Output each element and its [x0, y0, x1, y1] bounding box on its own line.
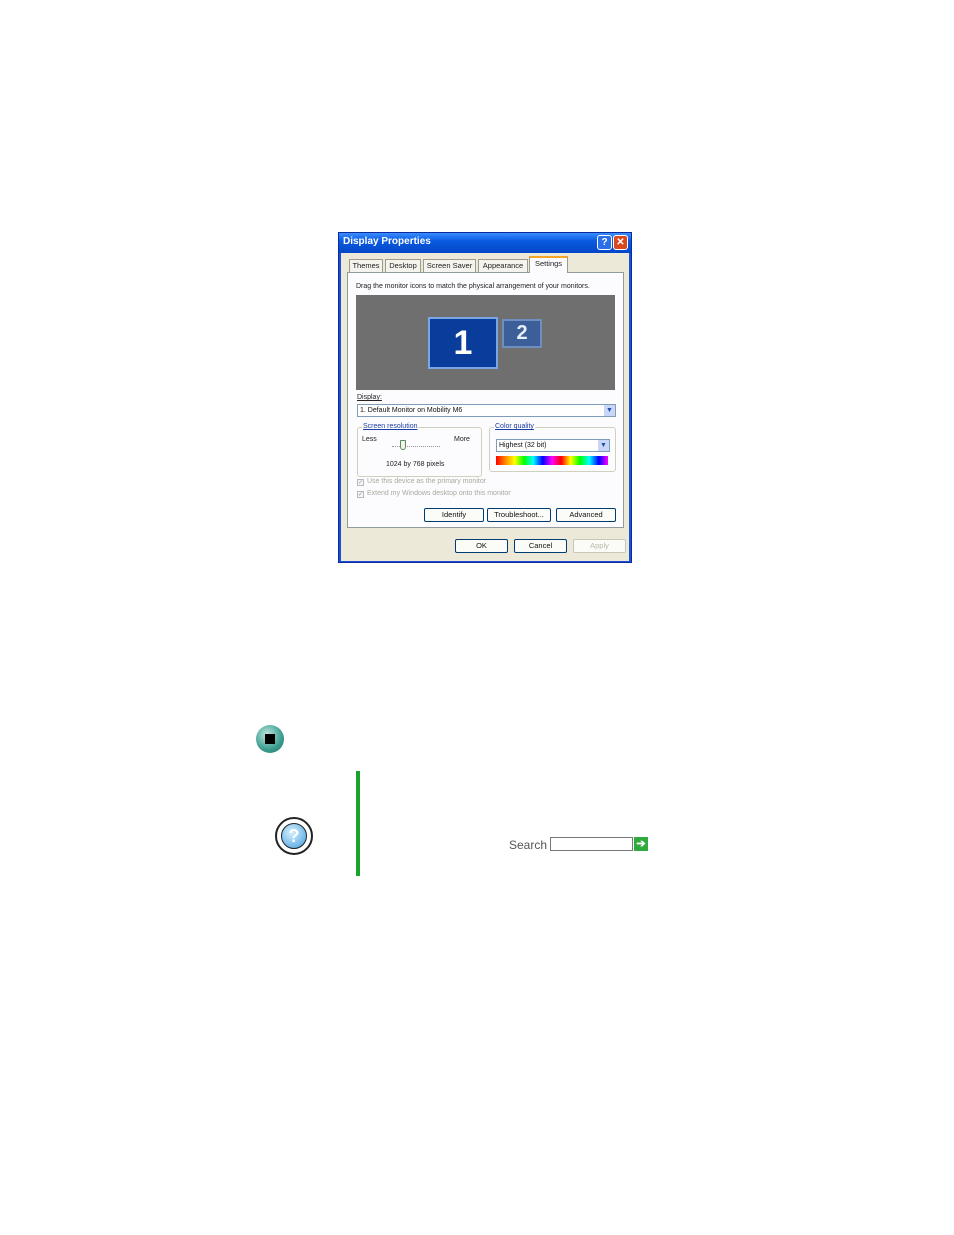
- apply-button[interactable]: Apply: [573, 539, 626, 553]
- primary-monitor-checkbox[interactable]: ✓: [357, 479, 364, 486]
- help-icon: ?: [275, 817, 313, 855]
- color-spectrum-bar: [496, 456, 608, 465]
- resolution-more-label: More: [454, 436, 470, 443]
- color-quality-title: Color quality: [494, 423, 535, 430]
- resolution-value: 1024 by 768 pixels: [386, 461, 445, 468]
- tab-desktop[interactable]: Desktop: [385, 259, 421, 272]
- help-question-glyph: ?: [281, 823, 307, 849]
- color-quality-group: Color quality Highest (32 bit) ▼: [489, 423, 616, 472]
- help-sidebar-rule: [356, 771, 360, 876]
- tab-appearance[interactable]: Appearance: [478, 259, 528, 272]
- help-button[interactable]: ?: [597, 235, 612, 250]
- color-quality-select[interactable]: Highest (32 bit) ▼: [496, 439, 610, 452]
- monitor-2-icon[interactable]: 2: [502, 319, 542, 348]
- tab-themes[interactable]: Themes: [349, 259, 383, 272]
- monitor-arrangement-area: 1 2: [356, 295, 615, 390]
- tab-screen-saver[interactable]: Screen Saver: [423, 259, 476, 272]
- extend-desktop-label: Extend my Windows desktop onto this moni…: [367, 490, 511, 497]
- advanced-button[interactable]: Advanced: [556, 508, 616, 522]
- display-select-value: 1. Default Monitor on Mobility M6: [360, 407, 463, 414]
- cancel-button[interactable]: Cancel: [514, 539, 567, 553]
- display-properties-dialog: Display Properties ? ✕ Themes Desktop Sc…: [338, 232, 632, 563]
- display-label: Display:: [357, 394, 382, 401]
- close-button[interactable]: ✕: [613, 235, 628, 250]
- search-label: Search: [509, 838, 548, 852]
- settings-panel: Drag the monitor icons to match the phys…: [347, 272, 624, 528]
- monitor-1-icon[interactable]: 1: [428, 317, 498, 369]
- primary-monitor-label: Use this device as the primary monitor: [367, 478, 487, 485]
- identify-button[interactable]: Identify: [424, 508, 484, 522]
- ok-button[interactable]: OK: [455, 539, 508, 553]
- color-quality-value: Highest (32 bit): [499, 442, 547, 449]
- tab-settings[interactable]: Settings: [529, 256, 568, 273]
- stop-square: [265, 734, 275, 744]
- resolution-slider-thumb[interactable]: [400, 440, 406, 450]
- title-bar[interactable]: Display Properties ? ✕: [339, 233, 631, 253]
- stop-icon: [256, 725, 284, 753]
- dialog-title: Display Properties: [343, 236, 431, 247]
- search-input[interactable]: [550, 837, 633, 851]
- display-select[interactable]: 1. Default Monitor on Mobility M6 ▼: [357, 404, 616, 417]
- chevron-down-icon[interactable]: ▼: [598, 440, 609, 451]
- chevron-down-icon[interactable]: ▼: [604, 405, 615, 416]
- search-go-icon[interactable]: ➔: [634, 837, 648, 851]
- extend-desktop-checkbox[interactable]: ✓: [357, 491, 364, 498]
- screen-resolution-title: Screen resolution: [362, 423, 419, 430]
- dialog-client: Themes Desktop Screen Saver Appearance S…: [341, 253, 629, 561]
- resolution-less-label: Less: [362, 436, 377, 443]
- screen-resolution-group: Screen resolution Less More 1024 by 768 …: [357, 423, 482, 477]
- troubleshoot-button[interactable]: Troubleshoot...: [487, 508, 551, 522]
- instruction-text: Drag the monitor icons to match the phys…: [356, 283, 590, 290]
